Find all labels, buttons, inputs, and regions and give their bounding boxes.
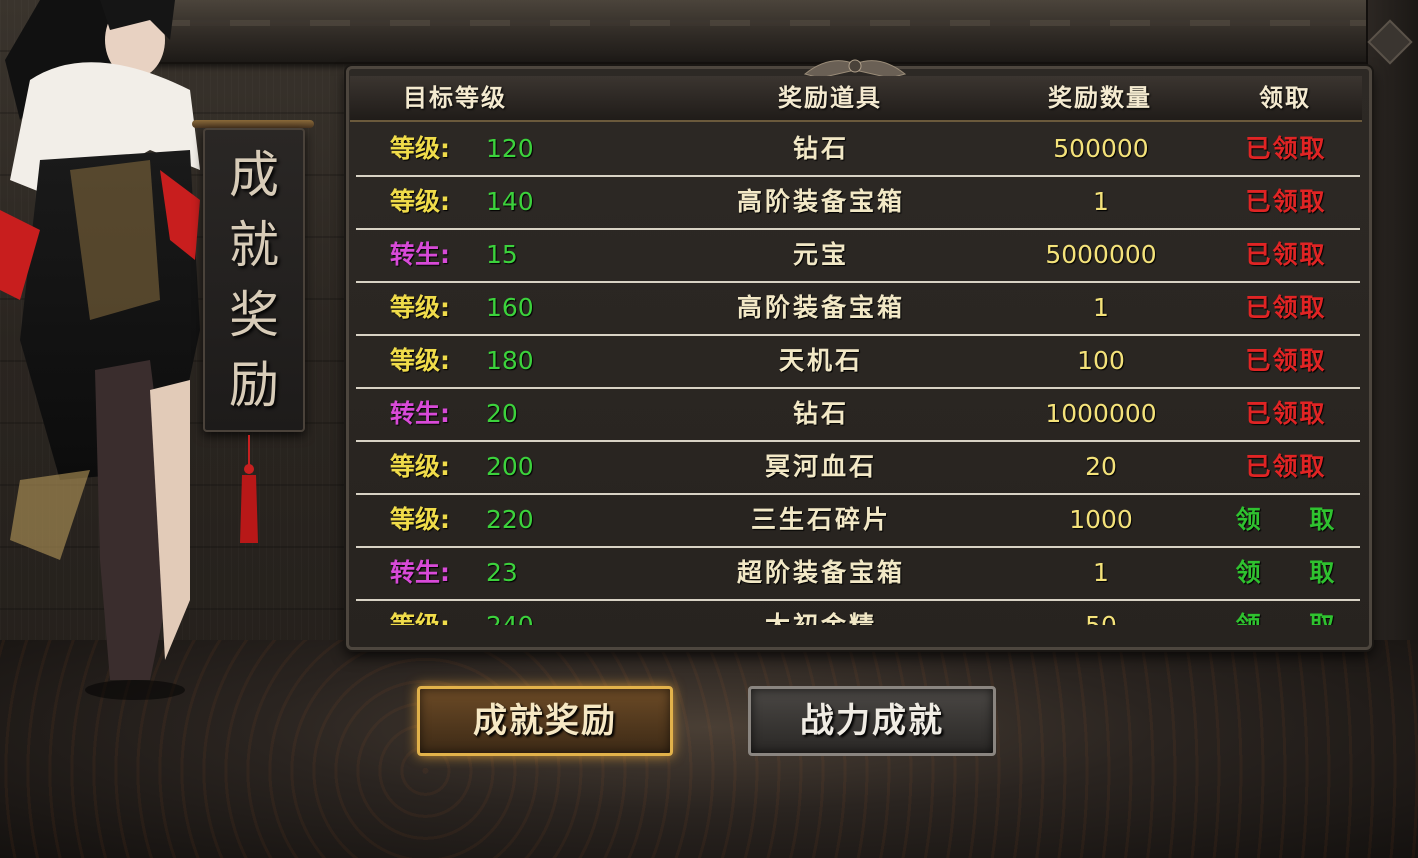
row-reward-qty: 1 [1093, 293, 1109, 322]
table-row: 等级: 140 高阶装备宝箱 1 已领取 [356, 175, 1360, 230]
banner-char: 励 [229, 356, 279, 414]
header-target-level: 目标等级 [403, 84, 507, 112]
header-reward-qty: 奖励数量 [1048, 84, 1152, 112]
row-reward-qty: 5000000 [1045, 240, 1157, 269]
reward-list[interactable]: 等级: 120 钻石 500000 已领取 等级: 140 高阶装备宝箱 1 已… [356, 122, 1360, 625]
row-reward-qty: 1 [1093, 187, 1109, 216]
claim-button[interactable]: 领 取 [1226, 599, 1346, 625]
header-reward-item: 奖励道具 [778, 84, 882, 112]
table-row: 转生: 23 超阶装备宝箱 1 领 取 [356, 546, 1360, 601]
claim-button[interactable]: 领 取 [1226, 546, 1346, 599]
row-reward-item: 高阶装备宝箱 [736, 187, 905, 216]
row-claim-status: 已领取 [1245, 240, 1327, 269]
row-reward-item: 元宝 [792, 240, 849, 269]
row-condition-label: 转生: [390, 240, 450, 269]
banner-char: 就 [229, 216, 279, 274]
red-tassel-icon [240, 435, 258, 543]
row-claim-status: 已领取 [1245, 346, 1327, 375]
row-condition-label: 等级: [390, 134, 450, 163]
row-condition-value: 160 [486, 293, 534, 322]
row-condition-label: 等级: [390, 346, 450, 375]
row-condition-value: 200 [486, 452, 534, 481]
row-reward-qty: 50 [1006, 599, 1196, 625]
banner-char: 奖 [229, 286, 279, 344]
row-reward-qty: 1000 [1069, 505, 1133, 534]
row-claim-status: 已领取 [1245, 293, 1327, 322]
row-reward-item: 冥河血石 [764, 452, 877, 481]
row-claim-status: 已领取 [1245, 187, 1327, 216]
achievement-banner: 成 就 奖 励 [203, 128, 305, 432]
table-row: 等级: 180 天机石 100 已领取 [356, 334, 1360, 389]
table-row: 等级: 200 冥河血石 20 已领取 [356, 440, 1360, 495]
row-condition-value: 220 [486, 505, 534, 534]
banner-rod [192, 120, 314, 128]
row-condition-label: 等级: [390, 505, 450, 534]
row-reward-item: 三生石碎片 [750, 505, 891, 534]
table-row: 转生: 15 元宝 5000000 已领取 [356, 228, 1360, 283]
row-reward-item: 天机石 [778, 346, 863, 375]
table-row: 等级: 220 三生石碎片 1000 领 取 [356, 493, 1360, 548]
row-reward-item: 钻石 [792, 399, 849, 428]
row-condition-value: 23 [486, 558, 518, 587]
row-reward-qty: 100 [1077, 346, 1125, 375]
row-condition-value: 240 [486, 599, 586, 625]
row-condition-value: 140 [486, 187, 534, 216]
achievement-reward-tab-button[interactable]: 成就奖励 [417, 686, 673, 756]
table-row: 等级: 160 高阶装备宝箱 1 已领取 [356, 281, 1360, 336]
combat-power-achievement-tab-button[interactable]: 战力成就 [748, 686, 996, 756]
row-reward-item: 太初金精 [686, 599, 956, 625]
banner-char: 成 [229, 146, 279, 204]
row-condition-label: 等级: [390, 599, 470, 625]
row-condition-label: 转生: [390, 399, 450, 428]
row-reward-qty: 1 [1093, 558, 1109, 587]
table-row: 转生: 20 钻石 1000000 已领取 [356, 387, 1360, 442]
row-reward-qty: 1000000 [1045, 399, 1157, 428]
table-header: 目标等级 奖励道具 奖励数量 领取 [350, 76, 1362, 122]
table-row: 等级: 120 钻石 500000 已领取 [356, 122, 1360, 177]
row-condition-value: 120 [486, 134, 534, 163]
header-claim: 领取 [1259, 84, 1311, 112]
heroine-character-illustration [0, 0, 200, 700]
row-claim-status: 已领取 [1245, 134, 1327, 163]
banner-title: 成 就 奖 励 [205, 140, 303, 420]
row-condition-label: 等级: [390, 293, 450, 322]
row-reward-qty: 20 [1085, 452, 1117, 481]
row-reward-item: 高阶装备宝箱 [736, 293, 905, 322]
row-condition-label: 转生: [390, 558, 450, 587]
row-condition-value: 15 [486, 240, 518, 269]
row-condition-label: 等级: [390, 187, 450, 216]
row-claim-status: 已领取 [1245, 399, 1327, 428]
row-condition-value: 20 [486, 399, 518, 428]
top-beam [150, 0, 1380, 64]
row-condition-value: 180 [486, 346, 534, 375]
table-row: 等级: 240 太初金精 50 领 取 [356, 599, 1360, 625]
rocky-ground [0, 640, 1418, 858]
row-claim-status: 已领取 [1245, 452, 1327, 481]
row-reward-item: 超阶装备宝箱 [736, 558, 905, 587]
row-reward-qty: 500000 [1053, 134, 1149, 163]
row-condition-label: 等级: [390, 452, 450, 481]
claim-button[interactable]: 领 取 [1226, 493, 1346, 546]
row-reward-item: 钻石 [792, 134, 849, 163]
